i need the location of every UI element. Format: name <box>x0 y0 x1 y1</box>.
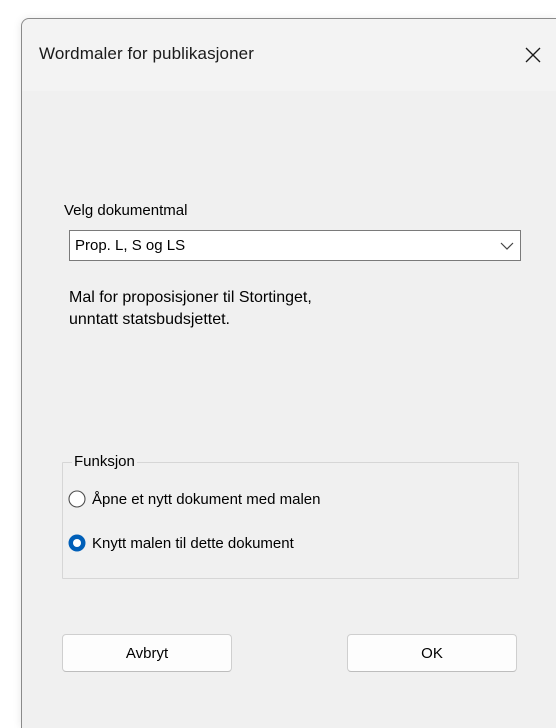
dialog-window: Wordmaler for publikasjoner Velg dokumen… <box>21 18 556 728</box>
radio-attach-template-label: Knytt malen til dette dokument <box>92 534 294 552</box>
description-line-1: Mal for proposisjoner til Stortinget, <box>69 289 312 306</box>
radio-open-new-document[interactable]: Åpne et nytt dokument med malen <box>68 490 320 508</box>
radio-attach-template[interactable]: Knytt malen til dette dokument <box>68 534 294 552</box>
template-select-value: Prop. L, S og LS <box>75 237 186 254</box>
dialog-title: Wordmaler for publikasjoner <box>39 44 254 63</box>
chevron-down-icon <box>500 242 514 250</box>
title-bar: Wordmaler for publikasjoner <box>22 19 556 91</box>
cancel-button[interactable]: Avbryt <box>62 634 232 672</box>
function-group-legend: Funksjon <box>72 453 137 470</box>
radio-checked-icon <box>68 534 86 552</box>
radio-open-new-document-label: Åpne et nytt dokument med malen <box>92 490 321 508</box>
template-select-label: Velg dokumentmal <box>64 202 188 219</box>
function-groupbox <box>62 462 519 579</box>
radio-unchecked-icon <box>68 490 86 508</box>
description-line-2: unntatt statsbudsjettet. <box>69 311 230 328</box>
close-icon <box>525 47 541 63</box>
ok-button[interactable]: OK <box>347 634 517 672</box>
template-description: Mal for proposisjoner til Stortinget, un… <box>69 287 489 331</box>
close-button[interactable] <box>509 35 556 75</box>
template-select[interactable]: Prop. L, S og LS <box>69 230 521 261</box>
